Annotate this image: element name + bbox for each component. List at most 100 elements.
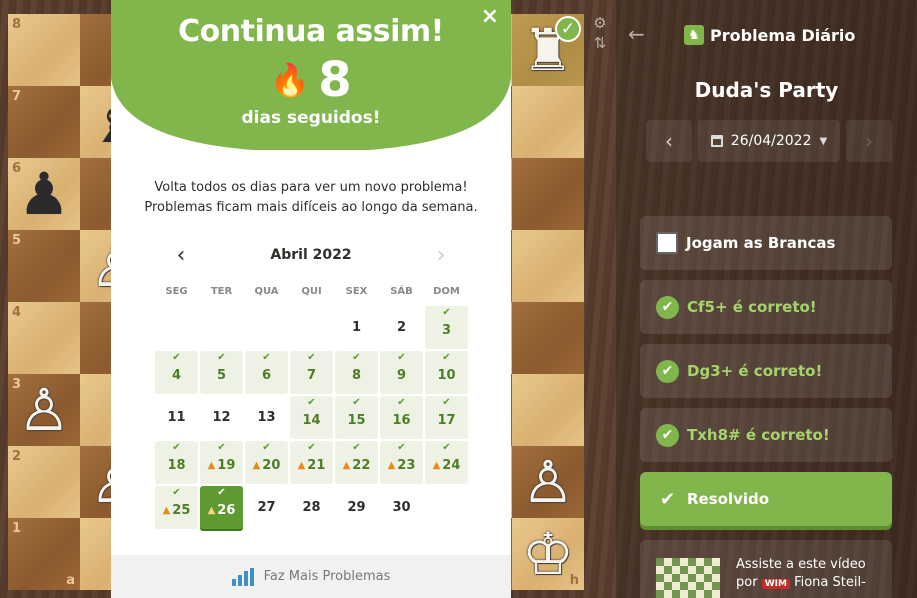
calendar-empty-cell [425, 486, 468, 529]
calendar-empty-cell [200, 306, 243, 349]
board-square[interactable] [512, 158, 584, 230]
calendar-day[interactable]: ✔ ▲ 25 [155, 486, 198, 529]
calendar-day[interactable]: 28 [290, 486, 333, 529]
flame-icon: ▲ [297, 460, 306, 471]
flame-icon: ▲ [252, 460, 261, 471]
calendar-day[interactable]: ✔ 5 [200, 351, 243, 394]
video-author[interactable]: Fiona Steil- [794, 575, 866, 590]
correct-move-check-icon: ✓ [555, 16, 581, 42]
calendar-day[interactable]: 1 [335, 306, 378, 349]
calendar-day-number: 5 [216, 368, 227, 383]
calendar-day[interactable]: ✔ 17 [425, 396, 468, 439]
calendar-day[interactable]: ✔ ▲ 19 [200, 441, 243, 484]
board-square[interactable]: 1a [8, 518, 80, 590]
board-square[interactable]: 3 ♙ [8, 374, 80, 446]
check-icon: ✔ [172, 352, 181, 363]
rank-label: 5 [12, 233, 22, 248]
weekday-label: SÁB [390, 286, 413, 297]
board-square[interactable]: 5 [8, 230, 80, 302]
calendar-day-number: 9 [396, 368, 407, 383]
check-icon: ✔ [172, 487, 181, 498]
checkmark-icon: ✔ [659, 488, 676, 510]
calendar-day-number: 7 [306, 368, 317, 383]
calendar-day[interactable]: 27 [245, 486, 288, 529]
calendar-empty-cell [245, 306, 288, 349]
calendar-day[interactable]: ✔ 4 [155, 351, 198, 394]
calendar-day[interactable]: 11 [155, 396, 198, 439]
calendar-day[interactable]: ✔ 8 [335, 351, 378, 394]
solved-button[interactable]: ✔ Resolvido [640, 472, 892, 526]
calendar-day[interactable]: 12 [200, 396, 243, 439]
calendar-day[interactable]: ✔ 10 [425, 351, 468, 394]
calendar-day[interactable]: ✔ 15 [335, 396, 378, 439]
calendar-day[interactable]: ✔ 7 [290, 351, 333, 394]
calendar-day[interactable]: ✔ ▲ 21 [290, 441, 333, 484]
puzzle-name: Duda's Party [694, 78, 839, 102]
board-square[interactable]: 7 [8, 86, 80, 158]
white-pawn[interactable]: ♙ [8, 374, 80, 446]
calendar-day[interactable]: ✔ ▲ 23 [380, 441, 423, 484]
calendar-day[interactable]: ✔ ▲ 24 [425, 441, 468, 484]
flip-board-icon[interactable]: ⇅ [591, 34, 609, 54]
calendar-day-number: 4 [171, 368, 182, 383]
rank-label: 4 [12, 305, 22, 320]
weekday-header-row: SEG TER QUA QUI SEX SÁB DOM [155, 286, 470, 304]
board-square[interactable] [512, 230, 584, 302]
modal-title: Continua assim! [178, 14, 444, 49]
streak-counter: 🔥 8 [111, 56, 511, 104]
wim-title-badge: WIM [761, 579, 790, 589]
calendar-day[interactable]: ✔ 14 [290, 396, 333, 439]
calendar-day-number: 16 [392, 413, 411, 428]
board-square[interactable]: ♜ ✓ [512, 14, 584, 86]
check-icon: ✔ [172, 442, 181, 453]
calendar-day[interactable]: 2 [380, 306, 423, 349]
board-square[interactable]: h ♔ [512, 518, 584, 590]
calendar-day-number: 26 [217, 503, 236, 518]
calendar-day[interactable]: 30 [380, 486, 423, 529]
calendar-day[interactable]: ✔ 9 [380, 351, 423, 394]
calendar-grid: SEG TER QUA QUI SEX SÁB DOM 1 2 ✔ 3 ✔ 4 ✔ 5 ✔ 6 ✔ 7 ✔ 8 ✔ 9 ✔ 10… [155, 286, 470, 531]
streak-label: dias seguidos! [241, 108, 381, 128]
calendar-day-number: 8 [351, 368, 362, 383]
rank-label: 1 [12, 521, 22, 536]
date-picker-button[interactable]: 26/04/2022 ▼ [698, 120, 840, 162]
board-square[interactable]: 4 [8, 302, 80, 374]
flame-icon: ▲ [207, 505, 216, 516]
calendar-day[interactable]: ✔ ▲ 22 [335, 441, 378, 484]
calendar-day[interactable]: ✔ 16 [380, 396, 423, 439]
settings-gear-icon[interactable]: ⚙ [591, 14, 609, 34]
board-square[interactable]: ♙ [512, 446, 584, 518]
calendar-day[interactable]: ✔ 18 [155, 441, 198, 484]
check-circle-icon: ✔ [656, 423, 679, 447]
board-square[interactable] [512, 374, 584, 446]
calendar-day[interactable]: ✔ 3 [425, 306, 468, 349]
board-square[interactable] [512, 86, 584, 158]
video-card[interactable]: Assiste a este vídeo por WIM Fiona Steil… [640, 540, 892, 598]
board-controls: ⚙ ⇅ [591, 14, 609, 54]
calendar-day-number: 25 [172, 503, 191, 518]
board-square[interactable]: 8 [8, 14, 80, 86]
white-king[interactable]: ♔ [512, 518, 584, 590]
video-thumbnail[interactable] [656, 558, 720, 598]
board-square[interactable]: 2 [8, 446, 80, 518]
check-icon: ✔ [217, 487, 226, 498]
weekday-label: QUA [254, 286, 279, 297]
calendar-day-number: 6 [261, 368, 272, 383]
more-puzzles-footer[interactable]: Faz Mais Problemas [111, 555, 511, 598]
black-pawn[interactable]: ♟ [8, 158, 80, 230]
back-arrow-icon[interactable]: ← [628, 22, 645, 46]
calendar-day[interactable]: ✔ ▲ 20 [245, 441, 288, 484]
calendar-day[interactable]: ✔ 6 [245, 351, 288, 394]
white-pawn[interactable]: ♙ [512, 446, 584, 518]
calendar-day[interactable]: 13 [245, 396, 288, 439]
calendar-day-number: 22 [352, 458, 371, 473]
calendar-day[interactable]: ✔ ▲ 26 [200, 486, 243, 529]
board-square[interactable] [512, 302, 584, 374]
check-icon: ✔ [262, 352, 271, 363]
previous-day-button[interactable]: ‹ [646, 120, 692, 162]
calendar-day-number: 2 [396, 320, 407, 335]
board-square[interactable]: 6 ♟ [8, 158, 80, 230]
prev-month-chevron-left-icon[interactable]: ‹ [171, 243, 191, 268]
calendar-day[interactable]: 29 [335, 486, 378, 529]
flame-icon: ▲ [342, 460, 351, 471]
